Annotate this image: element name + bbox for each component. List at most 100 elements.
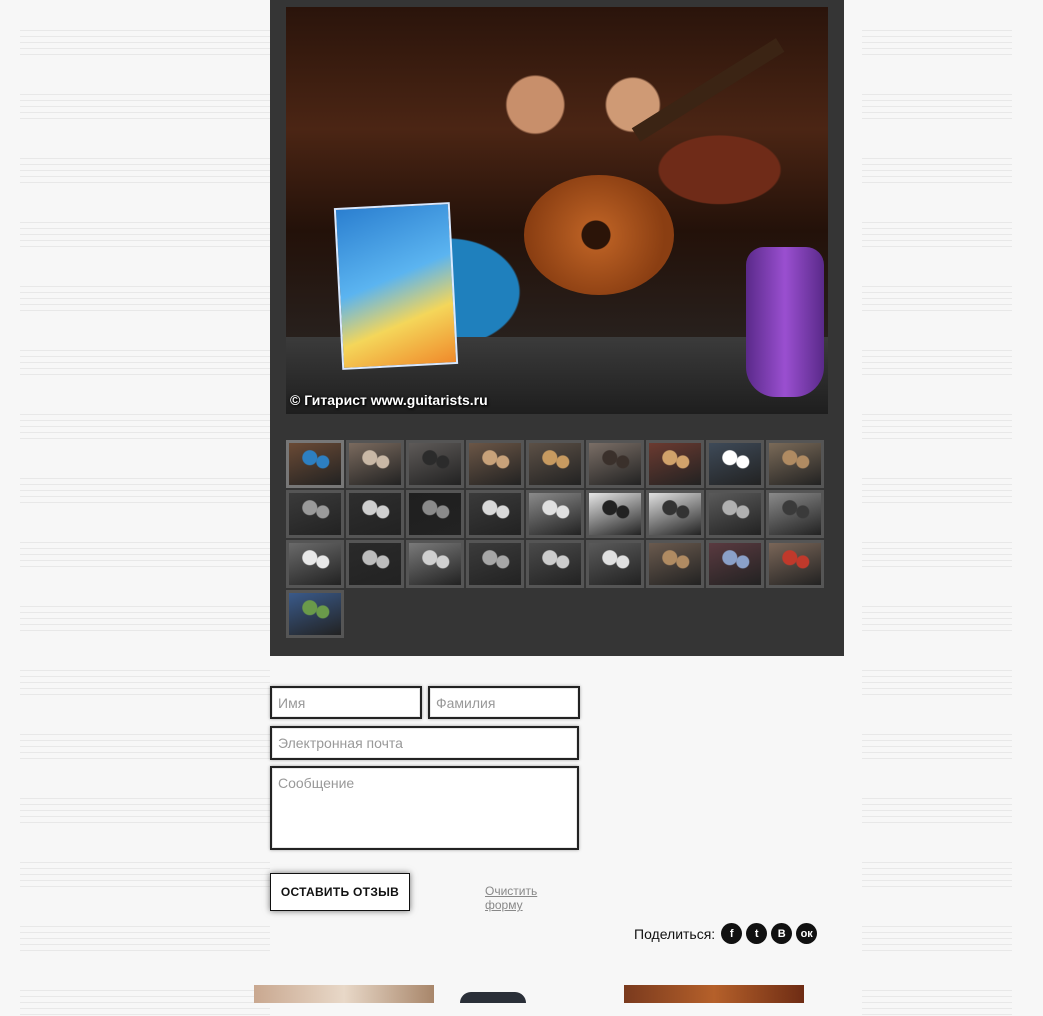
thumbnail-image xyxy=(349,543,401,585)
gallery-thumbnail[interactable] xyxy=(586,490,644,538)
gallery-thumbnail[interactable] xyxy=(586,440,644,488)
gallery-thumbnail[interactable] xyxy=(406,540,464,588)
gallery-thumbnail[interactable] xyxy=(346,540,404,588)
thumbnail-image xyxy=(469,443,521,485)
related-item-image[interactable] xyxy=(624,985,804,1003)
music-staff xyxy=(862,94,1012,120)
thumbnail-image xyxy=(469,543,521,585)
music-staff xyxy=(862,286,1012,312)
thumbnail-image xyxy=(649,443,701,485)
thumbnail-image xyxy=(349,443,401,485)
gallery-thumbnail[interactable] xyxy=(406,440,464,488)
thumbnail-image xyxy=(709,493,761,535)
gallery-thumbnail[interactable] xyxy=(526,440,584,488)
music-staff xyxy=(862,30,1012,56)
music-staff xyxy=(862,606,1012,632)
music-staff xyxy=(862,222,1012,248)
gallery-thumbnail[interactable] xyxy=(346,440,404,488)
gallery-thumbnail[interactable] xyxy=(286,540,344,588)
gallery-thumbnail[interactable] xyxy=(706,540,764,588)
music-staff xyxy=(20,798,270,824)
music-staff xyxy=(862,542,1012,568)
gallery-thumbnail[interactable] xyxy=(706,440,764,488)
vkontakte-icon[interactable]: В xyxy=(771,923,793,944)
thumbnail-image xyxy=(409,493,461,535)
music-staff xyxy=(20,222,270,248)
gallery-thumbnail[interactable] xyxy=(406,490,464,538)
last-name-input[interactable] xyxy=(428,686,580,719)
photo-poster xyxy=(333,202,459,370)
gallery-thumbnail[interactable] xyxy=(766,440,824,488)
thumbnail-image xyxy=(769,493,821,535)
music-staff xyxy=(20,478,270,504)
photo-guitar xyxy=(524,175,674,295)
gallery-thumbnail[interactable] xyxy=(286,440,344,488)
music-staff xyxy=(20,30,270,56)
music-staff xyxy=(20,862,270,888)
thumbnail-image xyxy=(529,543,581,585)
gallery-thumbnail[interactable] xyxy=(526,490,584,538)
share-label: Поделиться: xyxy=(634,925,716,942)
photo-gallery: © Гитарист www.guitarists.ru xyxy=(270,0,844,656)
related-item-image[interactable] xyxy=(254,985,434,1003)
thumbnail-image xyxy=(589,493,641,535)
music-staff xyxy=(862,414,1012,440)
music-staff xyxy=(862,478,1012,504)
music-staff xyxy=(20,990,270,1016)
submit-review-button[interactable]: ОСТАВИТЬ ОТЗЫВ xyxy=(270,873,410,911)
gallery-thumbnail[interactable] xyxy=(646,440,704,488)
odnoklassniki-icon[interactable]: ок xyxy=(796,923,818,944)
thumbnail-image xyxy=(769,543,821,585)
thumbnail-image xyxy=(589,543,641,585)
photo-watermark-caption: © Гитарист www.guitarists.ru xyxy=(290,392,488,408)
gallery-thumbnail[interactable] xyxy=(706,490,764,538)
music-staff xyxy=(20,94,270,120)
gallery-thumbnail[interactable] xyxy=(466,490,524,538)
gallery-thumbnail[interactable] xyxy=(286,590,344,638)
gallery-thumbnail[interactable] xyxy=(646,490,704,538)
music-staff xyxy=(20,670,270,696)
gallery-thumbnail[interactable] xyxy=(646,540,704,588)
music-staff xyxy=(862,350,1012,376)
music-staff xyxy=(20,286,270,312)
music-staff xyxy=(20,350,270,376)
gallery-thumbnail[interactable] xyxy=(526,540,584,588)
music-staff xyxy=(20,926,270,952)
thumbnail-image xyxy=(649,543,701,585)
facebook-icon[interactable]: f xyxy=(721,923,743,944)
music-staff xyxy=(20,734,270,760)
twitter-icon[interactable]: t xyxy=(746,923,768,944)
gallery-thumbnail[interactable] xyxy=(346,490,404,538)
gallery-thumbnail[interactable] xyxy=(766,540,824,588)
gallery-thumbnail[interactable] xyxy=(586,540,644,588)
message-textarea[interactable] xyxy=(270,766,579,850)
music-staff xyxy=(20,542,270,568)
gallery-thumbnail[interactable] xyxy=(286,490,344,538)
gallery-thumbnail[interactable] xyxy=(466,440,524,488)
music-staff xyxy=(862,990,1012,1016)
music-staff xyxy=(862,798,1012,824)
gallery-thumbnail[interactable] xyxy=(466,540,524,588)
music-staff xyxy=(862,734,1012,760)
first-name-input[interactable] xyxy=(270,686,422,719)
photo-jug xyxy=(746,247,824,397)
thumbnail-image xyxy=(289,443,341,485)
thumbnail-image xyxy=(529,443,581,485)
thumbnail-image xyxy=(469,493,521,535)
music-staff xyxy=(20,606,270,632)
thumbnail-image xyxy=(409,543,461,585)
thumbnail-image xyxy=(649,493,701,535)
music-staff xyxy=(862,862,1012,888)
email-input[interactable] xyxy=(270,726,579,760)
music-staff xyxy=(862,670,1012,696)
thumbnail-image xyxy=(769,443,821,485)
gallery-thumbnail[interactable] xyxy=(766,490,824,538)
main-photo[interactable]: © Гитарист www.guitarists.ru xyxy=(286,7,828,414)
clear-form-link[interactable]: Очистить форму xyxy=(485,884,537,912)
music-staff xyxy=(862,158,1012,184)
photo-guitar-neck xyxy=(631,38,785,142)
thumbnail-image xyxy=(289,593,341,635)
thumbnail-image xyxy=(529,493,581,535)
share-bar: Поделиться: f t В ок xyxy=(634,923,821,944)
guitar-silhouette-icon[interactable] xyxy=(460,992,526,1003)
